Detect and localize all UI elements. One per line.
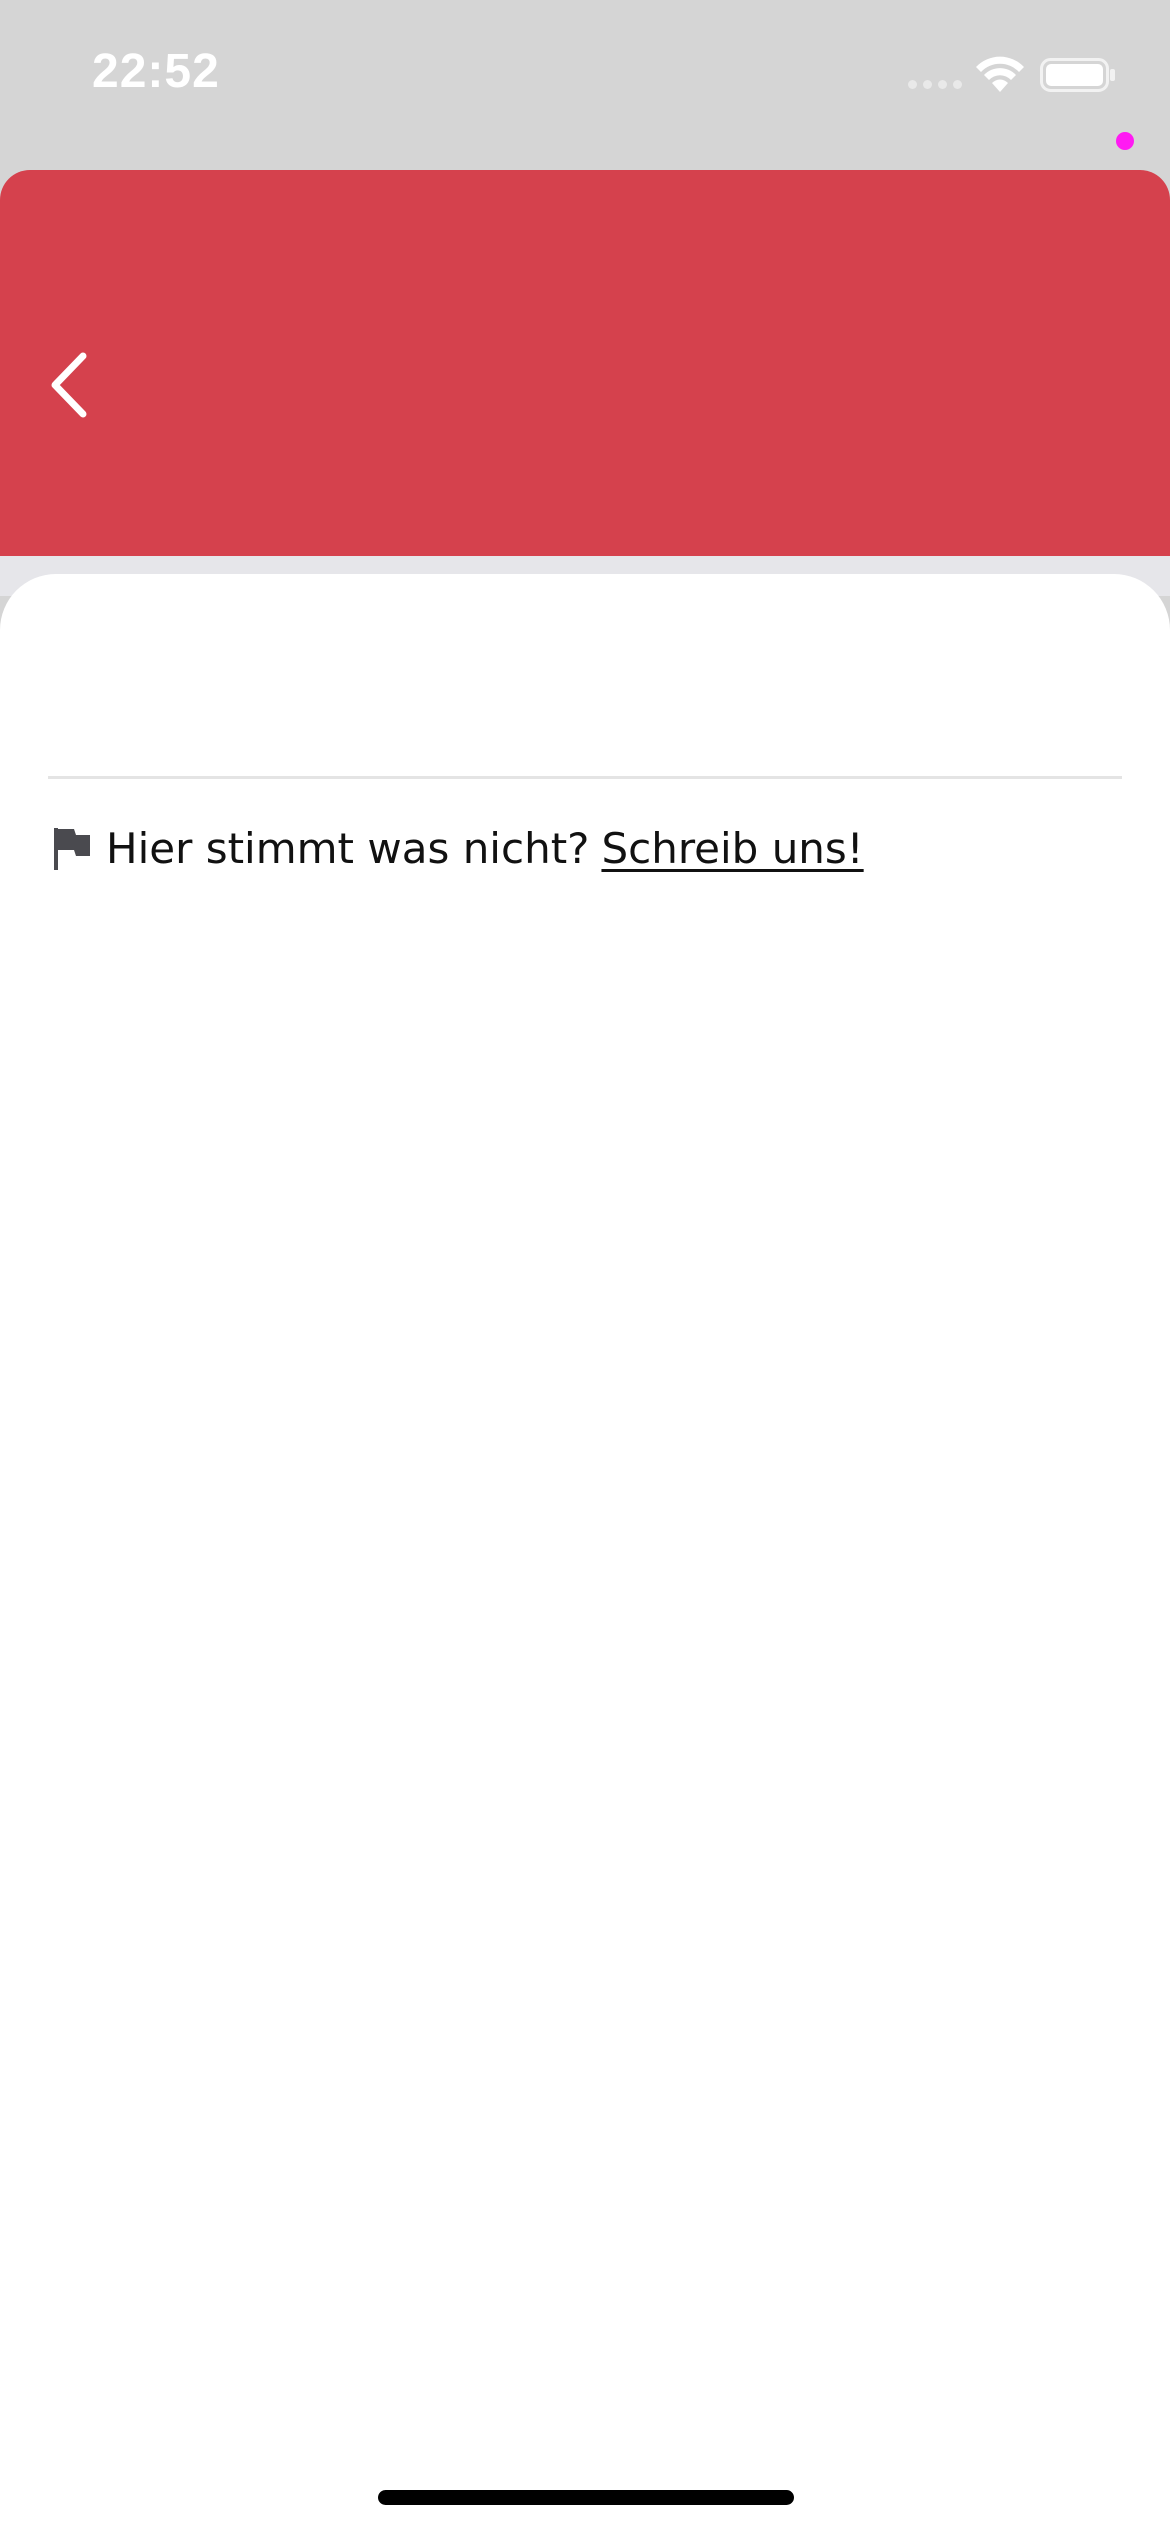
header xyxy=(0,170,1170,556)
content-card: Hier stimmt was nicht? Schreib uns! xyxy=(0,574,1170,2532)
chevron-left-icon xyxy=(51,352,87,418)
battery-icon xyxy=(1040,58,1115,92)
report-prompt-text: Hier stimmt was nicht? xyxy=(106,824,590,873)
status-bar: 22:52 xyxy=(0,0,1170,170)
home-indicator[interactable] xyxy=(378,2490,794,2505)
status-time: 22:52 xyxy=(92,45,220,98)
divider xyxy=(48,776,1122,779)
back-button[interactable] xyxy=(34,340,104,430)
wifi-icon xyxy=(976,56,1024,92)
report-link[interactable]: Schreib uns! xyxy=(601,824,863,873)
flag-icon xyxy=(54,827,90,870)
report-issue-row: Hier stimmt was nicht? Schreib uns! xyxy=(52,824,864,873)
recording-indicator xyxy=(1116,132,1134,150)
signal-dots-icon xyxy=(908,80,962,89)
